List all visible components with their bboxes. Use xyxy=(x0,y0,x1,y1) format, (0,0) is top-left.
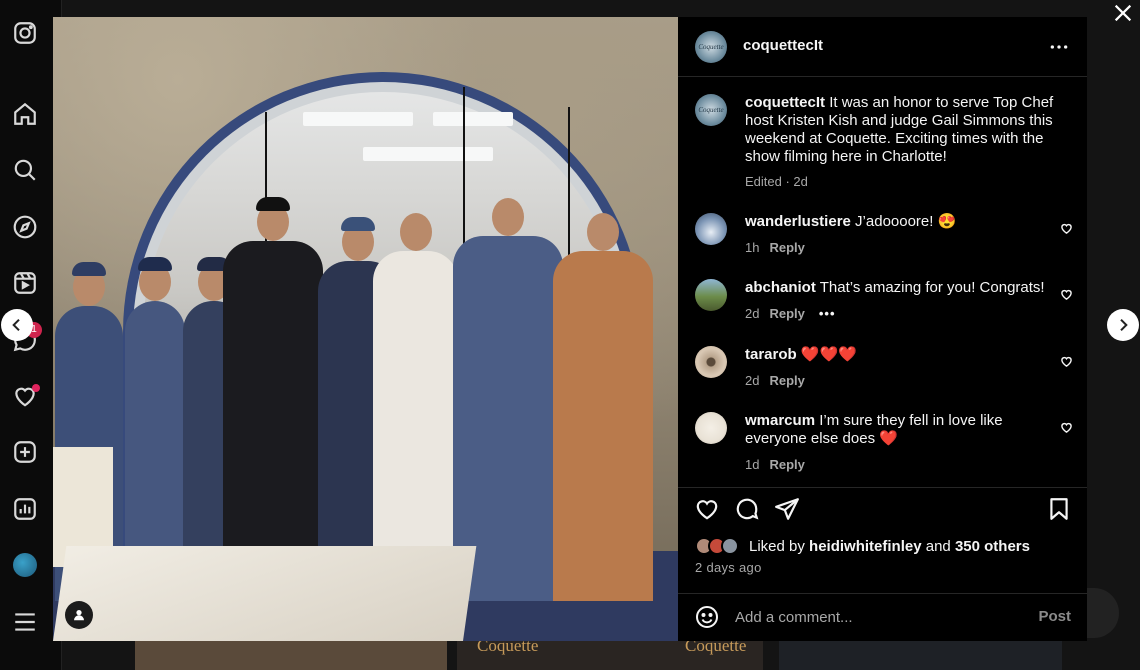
comment-username[interactable]: tararob xyxy=(745,346,797,363)
photo-marble-counter xyxy=(53,546,477,641)
comment-username[interactable]: wmarcum xyxy=(745,412,815,429)
comment-avatar[interactable] xyxy=(695,412,727,444)
comment-input[interactable] xyxy=(735,602,1015,632)
background-grid-item xyxy=(135,641,447,670)
comment-more-options[interactable]: ••• xyxy=(819,306,836,321)
comment-avatar[interactable] xyxy=(695,279,727,311)
post-caption: coquettecIt It was an honor to serve Top… xyxy=(745,94,1055,166)
reply-button[interactable]: Reply xyxy=(769,457,804,472)
post-header: Coquette coquettecIt xyxy=(678,17,1087,77)
more-icon[interactable] xyxy=(12,609,38,635)
like-comment-icon[interactable] xyxy=(1060,355,1073,368)
likes-prefix: Liked by xyxy=(749,538,805,555)
reply-button[interactable]: Reply xyxy=(769,306,804,321)
reels-icon[interactable] xyxy=(12,270,38,296)
dashboard-icon[interactable] xyxy=(12,496,38,522)
likes-and: and xyxy=(925,538,951,555)
search-icon[interactable] xyxy=(12,157,38,183)
comment-icon[interactable] xyxy=(734,496,760,522)
photo-person xyxy=(553,213,653,601)
photo-ceiling-light xyxy=(433,112,513,126)
home-icon[interactable] xyxy=(12,101,38,127)
caption-meta: Edited · 2d xyxy=(745,174,808,189)
create-icon[interactable] xyxy=(12,439,38,465)
post-comment-button[interactable]: Post xyxy=(1038,608,1071,625)
explore-icon[interactable] xyxy=(12,214,38,240)
photo-ceiling-light xyxy=(303,112,413,126)
tagged-users-icon[interactable] xyxy=(65,601,93,629)
more-options-icon[interactable] xyxy=(1049,39,1069,55)
like-comment-icon[interactable] xyxy=(1060,288,1073,301)
add-comment-bar: Post xyxy=(678,593,1087,641)
save-icon[interactable] xyxy=(1046,496,1072,522)
comment-time: 2d xyxy=(745,306,760,321)
photo-ceiling-light xyxy=(363,147,493,161)
comment-time: 2d xyxy=(745,373,760,388)
like-icon[interactable] xyxy=(694,496,720,522)
post-modal: Coquette coquettecIt Coquette coquettecI… xyxy=(53,17,1087,641)
comment-time: 1h xyxy=(745,240,760,255)
comment-avatar[interactable] xyxy=(695,213,727,245)
like-comment-icon[interactable] xyxy=(1060,421,1073,434)
post-actions xyxy=(678,487,1087,527)
author-username[interactable]: coquettecIt xyxy=(743,37,823,54)
likes-others[interactable]: 350 others xyxy=(955,538,1030,555)
comment-username[interactable]: abchaniot xyxy=(745,279,816,296)
post-photo xyxy=(53,17,678,641)
profile-avatar[interactable] xyxy=(13,553,37,577)
likes-summary: Liked by heidiwhitefinley and 350 others xyxy=(695,536,1075,558)
like-comment-icon[interactable] xyxy=(1060,222,1073,235)
comment-username[interactable]: wanderlustiere xyxy=(745,213,851,230)
photo-lamp-wire xyxy=(568,107,570,277)
caption-username[interactable]: coquettecIt xyxy=(745,94,825,111)
comment-avatar[interactable] xyxy=(695,346,727,378)
avatar-logo-text: Coquette xyxy=(698,106,724,114)
share-icon[interactable] xyxy=(774,496,800,522)
previous-post-arrow[interactable] xyxy=(1,309,33,341)
post-details-panel: Coquette coquettecIt Coquette coquettecI… xyxy=(678,17,1087,641)
caption-avatar[interactable]: Coquette xyxy=(695,94,727,126)
close-icon[interactable] xyxy=(1112,2,1134,24)
post-time: 2 days ago xyxy=(695,560,762,575)
background-grid-item xyxy=(779,641,1062,670)
liker-avatar xyxy=(721,537,739,555)
liked-by-user[interactable]: heidiwhitefinley xyxy=(809,538,922,555)
emoji-icon[interactable] xyxy=(695,605,719,629)
avatar-logo-text: Coquette xyxy=(698,43,724,51)
comment-time: 1d xyxy=(745,457,760,472)
reply-button[interactable]: Reply xyxy=(769,240,804,255)
notification-dot xyxy=(32,384,40,392)
next-post-arrow[interactable] xyxy=(1107,309,1139,341)
reply-button[interactable]: Reply xyxy=(769,373,804,388)
comment-text: That’s amazing for you! Congrats! xyxy=(819,279,1045,296)
comment-text: J’adoooore! 😍 xyxy=(855,213,957,230)
author-avatar[interactable]: Coquette xyxy=(695,31,727,63)
comment-text: ❤️❤️❤️ xyxy=(800,346,857,363)
instagram-icon[interactable] xyxy=(12,20,38,46)
